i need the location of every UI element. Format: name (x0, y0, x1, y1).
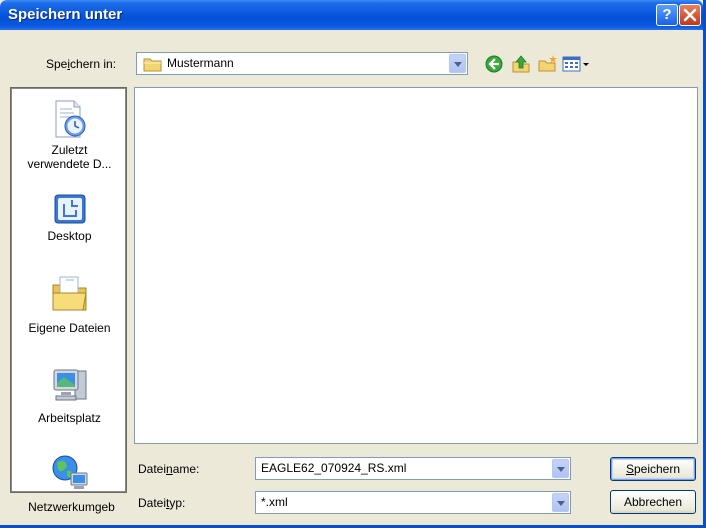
help-icon: ? (662, 6, 672, 23)
place-my-computer[interactable]: Arbeitsplatz (12, 365, 127, 435)
save-in-dropdown-arrow[interactable] (449, 54, 466, 73)
recent-documents-icon (55, 100, 86, 138)
dialog-title: Speichern unter (8, 6, 123, 23)
place-label: Eigene Dateien (28, 321, 111, 335)
up-folder-icon[interactable] (511, 54, 531, 74)
file-type-label: Dateityp: (138, 496, 186, 510)
place-my-documents[interactable]: Eigene Dateien (12, 273, 127, 343)
file-name-dropdown-arrow[interactable] (552, 459, 569, 478)
file-type-dropdown[interactable]: *.xml (255, 491, 571, 514)
close-button[interactable] (679, 4, 701, 26)
folder-icon (143, 58, 162, 72)
file-type-value: *.xml (261, 495, 288, 509)
place-label: verwendete D... (27, 157, 112, 171)
save-in-value: Mustermann (167, 56, 234, 70)
file-name-input[interactable]: EAGLE62_070924_RS.xml (255, 457, 571, 480)
desktop-icon (54, 194, 86, 224)
file-list[interactable] (134, 87, 698, 444)
my-computer-icon (53, 369, 87, 401)
places-bar: Zuletzt verwendete D... Desktop Eigene D… (10, 87, 127, 493)
save-button[interactable]: Speichern (610, 457, 696, 481)
save-in-dropdown[interactable]: Mustermann (136, 52, 468, 75)
back-icon[interactable] (484, 54, 504, 74)
place-label: Arbeitsplatz (38, 411, 101, 425)
new-folder-icon[interactable] (538, 54, 558, 74)
place-network[interactable] (12, 453, 127, 493)
place-label: Desktop (47, 229, 92, 243)
network-places-icon (52, 455, 88, 489)
view-menu-icon[interactable] (562, 54, 592, 74)
place-label: Netzwerkumgeb (28, 500, 115, 514)
file-name-label: Dateiname: (138, 462, 200, 476)
save-as-dialog: Speichern unter ? Speichern in: Musterma… (0, 0, 706, 528)
place-recent-documents[interactable]: Zuletzt verwendete D... (12, 95, 127, 181)
title-bar[interactable]: Speichern unter ? (0, 0, 703, 30)
file-type-dropdown-arrow[interactable] (552, 493, 569, 512)
close-icon (683, 8, 697, 22)
cancel-button[interactable]: Abbrechen (610, 490, 696, 514)
place-label: Zuletzt (51, 143, 88, 157)
save-in-label: Speichern in: (46, 57, 117, 71)
my-documents-icon (52, 276, 87, 311)
help-button[interactable]: ? (656, 4, 678, 26)
place-desktop[interactable]: Desktop (12, 185, 127, 255)
file-name-value: EAGLE62_070924_RS.xml (261, 461, 407, 475)
